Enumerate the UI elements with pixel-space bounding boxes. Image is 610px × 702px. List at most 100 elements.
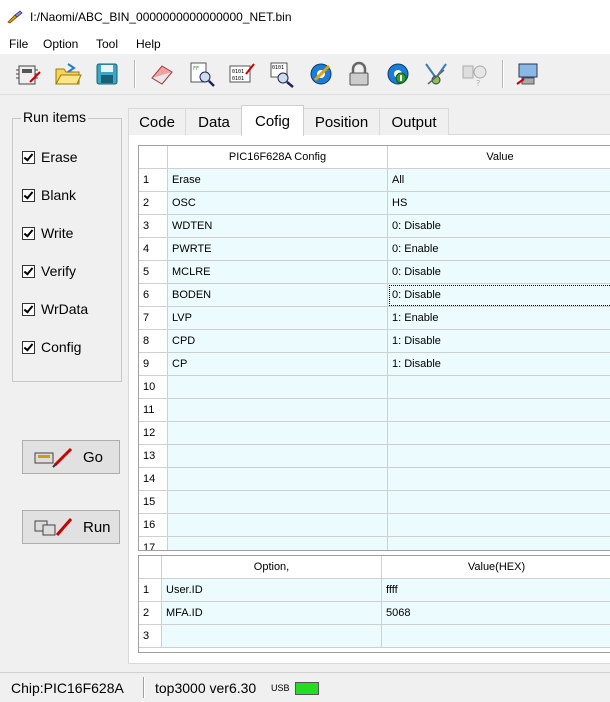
checkbox-checked[interactable]: [22, 150, 35, 164]
menu-tool[interactable]: Tool: [96, 37, 118, 51]
config-value-cell[interactable]: [388, 422, 610, 445]
config-value-cell[interactable]: 0: Enable: [388, 238, 610, 261]
config-value-cell[interactable]: 1: Enable: [388, 307, 610, 330]
blank-check-icon[interactable]: FF: [187, 58, 217, 90]
config-value-cell[interactable]: All: [388, 169, 610, 192]
config-name-cell[interactable]: [168, 468, 388, 491]
option-row[interactable]: 3: [139, 625, 610, 648]
config-value-cell[interactable]: 0: Disable: [388, 284, 610, 307]
config-name-cell[interactable]: Erase: [168, 169, 388, 192]
config-checkbox[interactable]: Config: [22, 338, 81, 356]
config-value-cell[interactable]: [388, 399, 610, 422]
lock-icon[interactable]: [344, 58, 374, 90]
config-name-cell[interactable]: [168, 445, 388, 468]
config-gear-icon[interactable]: [383, 58, 413, 90]
config-name-cell[interactable]: MCLRE: [168, 261, 388, 284]
config-name-cell[interactable]: PWRTE: [168, 238, 388, 261]
config-name-cell[interactable]: [168, 514, 388, 537]
config-row[interactable]: 2 OSC HS: [139, 192, 610, 215]
run-button[interactable]: Run: [22, 510, 120, 544]
checkbox-checked[interactable]: [22, 226, 35, 240]
write-checkbox[interactable]: Write: [22, 224, 73, 242]
config-row[interactable]: 17: [139, 537, 610, 550]
config-name-cell[interactable]: OSC: [168, 192, 388, 215]
config-name-cell[interactable]: [168, 399, 388, 422]
option-value-cell[interactable]: [382, 625, 610, 648]
config-row[interactable]: 9 CP 1: Disable: [139, 353, 610, 376]
tab-position[interactable]: Position: [303, 108, 380, 135]
config-value-cell[interactable]: 0: Disable: [388, 215, 610, 238]
erase-checkbox[interactable]: Erase: [22, 148, 78, 166]
config-row[interactable]: 10: [139, 376, 610, 399]
config-value-cell[interactable]: [388, 445, 610, 468]
device-settings-icon[interactable]: [513, 58, 543, 90]
config-row[interactable]: 3 WDTEN 0: Disable: [139, 215, 610, 238]
config-row[interactable]: 8 CPD 1: Disable: [139, 330, 610, 353]
chip-icon[interactable]: [13, 58, 43, 90]
config-value-cell[interactable]: 1: Disable: [388, 330, 610, 353]
config-value-cell[interactable]: [388, 376, 610, 399]
config-row[interactable]: 5 MCLRE 0: Disable: [139, 261, 610, 284]
config-value-cell[interactable]: [388, 514, 610, 537]
config-value-cell[interactable]: [388, 468, 610, 491]
config-name-cell[interactable]: CPD: [168, 330, 388, 353]
wrdata-checkbox[interactable]: WrData: [22, 300, 88, 318]
verify-checkbox[interactable]: Verify: [22, 262, 76, 280]
config-row[interactable]: 7 LVP 1: Enable: [139, 307, 610, 330]
option-value-cell[interactable]: 5068: [382, 602, 610, 625]
window-title: I:/Naomi/ABC_BIN_0000000000000000_NET.bi…: [30, 10, 292, 24]
config-row-number: 16: [139, 514, 168, 537]
config-row[interactable]: 6 BODEN 0: Disable: [139, 284, 610, 307]
config-name-cell[interactable]: [168, 537, 388, 550]
checkbox-checked[interactable]: [22, 302, 35, 316]
config-name-cell[interactable]: WDTEN: [168, 215, 388, 238]
config-name-cell[interactable]: [168, 376, 388, 399]
option-name-cell[interactable]: MFA.ID: [162, 602, 382, 625]
option-name-header: Option,: [162, 556, 382, 579]
option-name-cell[interactable]: User.ID: [162, 579, 382, 602]
open-folder-icon[interactable]: [53, 58, 83, 90]
config-value-cell[interactable]: 1: Disable: [388, 353, 610, 376]
option-name-cell[interactable]: [162, 625, 382, 648]
config-row-number: 14: [139, 468, 168, 491]
auto-detect-icon[interactable]: [421, 58, 451, 90]
config-value-cell[interactable]: 0: Disable: [388, 261, 610, 284]
tab-output[interactable]: Output: [379, 108, 449, 135]
menu-file[interactable]: File: [9, 37, 28, 51]
checkbox-checked[interactable]: [22, 264, 35, 278]
config-row-number: 12: [139, 422, 168, 445]
option-row[interactable]: 2 MFA.ID 5068: [139, 602, 610, 625]
config-name-cell[interactable]: CP: [168, 353, 388, 376]
config-name-cell[interactable]: LVP: [168, 307, 388, 330]
read-binary-icon[interactable]: 0101: [267, 58, 297, 90]
checkbox-checked[interactable]: [22, 340, 35, 354]
config-row[interactable]: 16: [139, 514, 610, 537]
config-row[interactable]: 11: [139, 399, 610, 422]
option-value-cell[interactable]: ffff: [382, 579, 610, 602]
config-row[interactable]: 13: [139, 445, 610, 468]
config-name-cell[interactable]: BODEN: [168, 284, 388, 307]
tab-cofig[interactable]: Cofig: [241, 105, 304, 136]
eraser-icon[interactable]: [147, 58, 177, 90]
go-button[interactable]: Go: [22, 440, 120, 474]
config-name-cell[interactable]: [168, 422, 388, 445]
config-row[interactable]: 14: [139, 468, 610, 491]
checkbox-checked[interactable]: [22, 188, 35, 202]
config-name-cell[interactable]: [168, 491, 388, 514]
tab-data[interactable]: Data: [185, 108, 243, 135]
config-row[interactable]: 1 Erase All: [139, 169, 610, 192]
config-value-cell[interactable]: [388, 491, 610, 514]
config-row[interactable]: 4 PWRTE 0: Enable: [139, 238, 610, 261]
menu-help[interactable]: Help: [136, 37, 161, 51]
menu-option[interactable]: Option: [43, 37, 78, 51]
config-row[interactable]: 15: [139, 491, 610, 514]
verify-gear-icon[interactable]: [306, 58, 336, 90]
blank-checkbox[interactable]: Blank: [22, 186, 76, 204]
save-disk-icon[interactable]: [92, 58, 122, 90]
config-row[interactable]: 12: [139, 422, 610, 445]
config-value-cell[interactable]: HS: [388, 192, 610, 215]
config-value-cell[interactable]: [388, 537, 610, 550]
tab-code[interactable]: Code: [128, 108, 186, 135]
option-row[interactable]: 1 User.ID ffff: [139, 579, 610, 602]
program-binary-icon[interactable]: 0101 0101: [227, 58, 257, 90]
